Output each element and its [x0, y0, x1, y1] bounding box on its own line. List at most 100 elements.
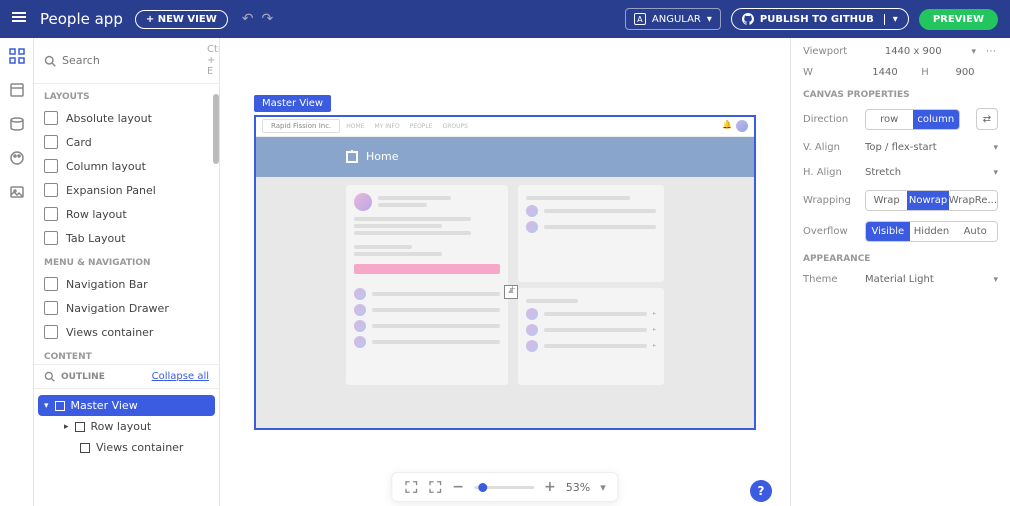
components-icon[interactable] [9, 48, 25, 64]
halign-select[interactable]: Stretch▾ [865, 165, 998, 180]
width-label: W [803, 67, 855, 78]
viewport-label: Viewport [803, 46, 855, 57]
tree-row-views-container[interactable]: Views container [38, 437, 215, 458]
height-input[interactable]: 900 [945, 67, 985, 78]
zoom-slider[interactable] [474, 486, 534, 489]
data-icon[interactable] [9, 116, 25, 132]
canvas-stage[interactable]: Master View Rapid Fission Inc. HOME MY I… [220, 38, 790, 506]
tab-icon [44, 231, 58, 245]
chevron-down-icon[interactable]: ▾ [884, 14, 898, 25]
preview-button[interactable]: PREVIEW [919, 9, 998, 30]
framework-select[interactable]: A ANGULAR ▾ [625, 8, 721, 30]
view-icon [55, 401, 65, 411]
swap-icon[interactable]: ⇄ [976, 108, 998, 130]
avatar [736, 120, 748, 132]
fit-screen-icon[interactable] [404, 480, 418, 494]
more-icon[interactable]: ⋯ [986, 46, 998, 57]
item-nav-bar[interactable]: Navigation Bar [34, 272, 219, 296]
canvas-area: Master View Rapid Fission Inc. HOME MY I… [220, 38, 790, 506]
valign-select[interactable]: Top / flex-start▾ [865, 140, 998, 155]
tree-row-row-layout[interactable]: ▸ Row layout [38, 416, 215, 437]
frame-label[interactable]: Master View [254, 95, 331, 112]
overflow-visible-button[interactable]: Visible [866, 222, 910, 241]
overflow-auto-button[interactable]: Auto [953, 222, 997, 241]
direction-column-button[interactable]: column [913, 110, 960, 129]
direction-label: Direction [803, 114, 855, 125]
viewport-value[interactable]: 1440 x 900 [865, 46, 961, 57]
card-icon [44, 135, 58, 149]
outline-header: OUTLINE Collapse all [34, 364, 219, 389]
expand-icon[interactable] [428, 480, 442, 494]
wrapreverse-button[interactable]: WrapRe... [949, 191, 997, 210]
halign-label: H. Align [803, 167, 855, 178]
expansion-icon [44, 183, 58, 197]
item-column-layout[interactable]: Column layout [34, 154, 219, 178]
nowrap-button[interactable]: Nowrap [907, 191, 948, 210]
zoom-out-button[interactable]: − [452, 479, 464, 495]
github-icon [742, 13, 754, 25]
overflow-segment: Visible Hidden Auto [865, 221, 998, 242]
search-icon [44, 371, 55, 382]
outline-title: OUTLINE [61, 372, 152, 382]
item-views-container[interactable]: Views container [34, 320, 219, 344]
tree-row-master-view[interactable]: ▾ Master View [38, 395, 215, 416]
item-tab-layout[interactable]: Tab Layout [34, 226, 219, 250]
publish-button[interactable]: PUBLISH TO GITHUB ▾ [731, 8, 909, 30]
section-content: CONTENT [34, 344, 219, 364]
publish-label: PUBLISH TO GITHUB [760, 14, 874, 25]
navdrawer-icon [44, 301, 58, 315]
item-absolute-layout[interactable]: Absolute layout [34, 106, 219, 130]
undo-icon[interactable]: ↶ [242, 11, 254, 27]
zoom-bar: − + 53% ▾ [391, 472, 618, 502]
width-input[interactable]: 1440 [865, 67, 905, 78]
preview-avatars: 🔔 [722, 120, 748, 132]
assets-icon[interactable] [9, 184, 25, 200]
top-bar: People app + NEW VIEW ↶ ↷ A ANGULAR ▾ PU… [0, 0, 1010, 38]
chevron-down-icon: ▾ [993, 143, 998, 153]
redo-icon[interactable]: ↷ [261, 11, 273, 27]
navbar-icon [44, 277, 58, 291]
avatar [354, 193, 372, 211]
wrap-button[interactable]: Wrap [866, 191, 907, 210]
item-expansion-panel[interactable]: Expansion Panel [34, 178, 219, 202]
section-layouts: LAYOUTS [34, 84, 219, 106]
framework-label: ANGULAR [652, 14, 701, 25]
appearance-title: APPEARANCE [803, 254, 998, 264]
wrapping-segment: Wrap Nowrap WrapRe... [865, 190, 998, 211]
new-view-button[interactable]: + NEW VIEW [135, 10, 228, 29]
chevron-down-icon[interactable]: ▾ [971, 47, 976, 57]
direction-row-button[interactable]: row [866, 110, 913, 129]
chevron-down-icon[interactable]: ▾ [600, 481, 606, 494]
item-row-layout[interactable]: Row layout [34, 202, 219, 226]
search-input[interactable] [62, 54, 207, 67]
search-row: Ctrl + E [34, 38, 219, 84]
item-card[interactable]: Card [34, 130, 219, 154]
chevron-down-icon: ▾ [44, 401, 49, 411]
preview-hero: Home [256, 137, 754, 177]
help-button[interactable]: ? [750, 480, 772, 502]
theme-select[interactable]: Material Light▾ [865, 272, 998, 287]
canvas-properties-title: CANVAS PROPERTIES [803, 90, 998, 100]
selected-frame[interactable]: Rapid Fission Inc. HOME MY INFO PEOPLE G… [254, 115, 756, 430]
home-icon [346, 151, 358, 163]
preview-nav: HOME MY INFO PEOPLE GROUPS [346, 123, 468, 130]
preview-header: Rapid Fission Inc. HOME MY INFO PEOPLE G… [256, 117, 754, 137]
layout-icon [44, 111, 58, 125]
wrapping-label: Wrapping [803, 195, 855, 206]
item-nav-drawer[interactable]: Navigation Drawer [34, 296, 219, 320]
overflow-label: Overflow [803, 226, 855, 237]
chevron-down-icon: ▾ [707, 14, 712, 25]
hamburger-icon[interactable] [12, 10, 30, 28]
views-icon [44, 325, 58, 339]
preview-right-col: ▸ ▸ ▸ [518, 185, 664, 385]
zoom-value: 53% [566, 481, 590, 494]
row-icon [75, 422, 85, 432]
collapse-all-link[interactable]: Collapse all [152, 371, 209, 382]
pages-icon[interactable] [9, 82, 25, 98]
scrollbar[interactable] [213, 94, 219, 164]
theme-icon[interactable] [9, 150, 25, 166]
height-label: H [915, 67, 935, 78]
overflow-hidden-button[interactable]: Hidden [910, 222, 954, 241]
app-title: People app [40, 10, 123, 28]
zoom-in-button[interactable]: + [544, 479, 556, 495]
